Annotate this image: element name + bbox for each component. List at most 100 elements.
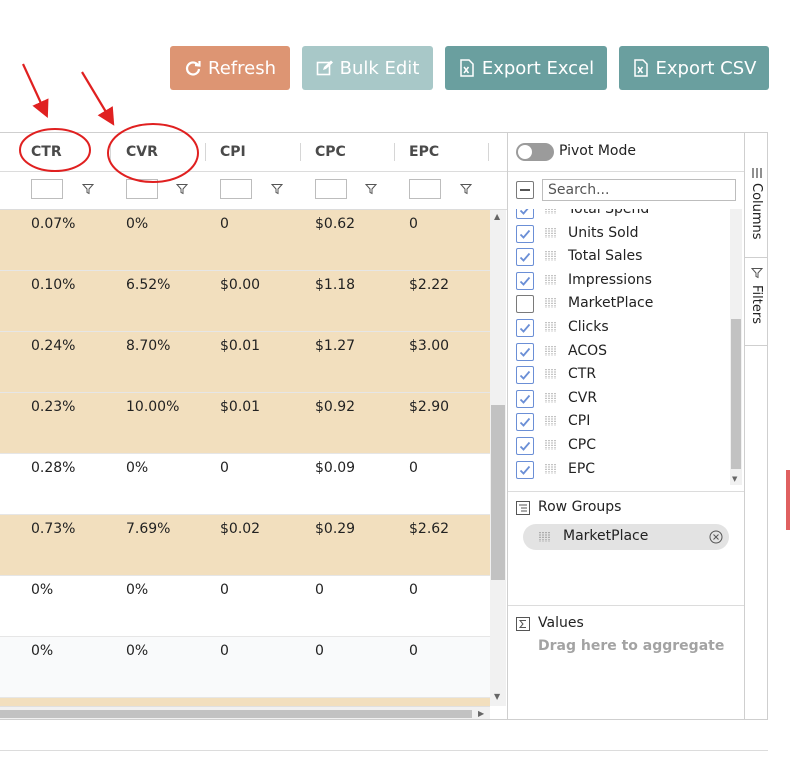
- drag-handle-icon[interactable]: [545, 369, 557, 380]
- column-list-item[interactable]: Units Sold: [508, 222, 730, 246]
- drag-handle-icon[interactable]: [545, 416, 557, 427]
- column-list-item-label: CVR: [568, 389, 598, 406]
- edit-icon: [316, 59, 334, 77]
- column-search-input[interactable]: [542, 179, 736, 201]
- table-row[interactable]: 0.10% 6.52% $0.00 $1.18 $2.22: [0, 271, 490, 332]
- column-checkbox[interactable]: [516, 413, 534, 432]
- column-checkbox[interactable]: [516, 437, 534, 455]
- column-list-item[interactable]: CPI: [508, 410, 730, 434]
- ctr-filter-input[interactable]: [31, 179, 63, 199]
- filter-icon[interactable]: [271, 183, 283, 195]
- column-list-scroll-thumb[interactable]: [731, 319, 741, 469]
- cell-cvr: 0%: [126, 216, 149, 232]
- column-list-item[interactable]: EPC: [508, 458, 730, 482]
- remove-icon[interactable]: [709, 530, 723, 544]
- column-list-item[interactable]: Total Sales: [508, 245, 730, 269]
- cell-cpi: $0.00: [220, 277, 261, 293]
- drag-handle-icon[interactable]: [545, 298, 557, 309]
- column-separator[interactable]: [488, 143, 489, 161]
- drag-handle-icon[interactable]: [545, 463, 557, 474]
- drag-handle-icon[interactable]: [545, 251, 557, 262]
- table-row[interactable]: 0% 0% 0 0 0: [0, 637, 490, 698]
- drag-handle-icon[interactable]: [545, 440, 557, 450]
- export-csv-button[interactable]: Export CSV: [619, 46, 769, 90]
- drag-handle-icon[interactable]: [545, 322, 557, 332]
- cell-cpi: $0.01: [220, 338, 261, 354]
- data-grid: CTR CVR CPI CPC EPC 0.07% 0% 0 $0.62 0 0…: [0, 132, 768, 720]
- cell-cpc: $0.09: [315, 460, 356, 476]
- cell-cvr: 0%: [126, 460, 149, 476]
- column-checkbox[interactable]: [516, 224, 534, 243]
- column-list-item[interactable]: CTR: [508, 363, 730, 387]
- column-header-cvr[interactable]: CVR: [126, 133, 158, 171]
- column-header-cpc[interactable]: CPC: [315, 133, 346, 171]
- filter-icon[interactable]: [176, 183, 188, 195]
- grid-vertical-scroll-thumb[interactable]: [491, 405, 505, 580]
- scroll-down-icon[interactable]: ▼: [494, 692, 500, 701]
- column-separator[interactable]: [110, 143, 111, 161]
- row-groups-icon: [516, 501, 530, 515]
- grid-vertical-scrollbar[interactable]: ▲ ▼: [490, 210, 506, 706]
- table-row[interactable]: 0.28% 0% 0 $0.09 0: [0, 454, 490, 515]
- scroll-up-icon[interactable]: ▲: [494, 212, 500, 221]
- checkmark-icon: [519, 323, 531, 333]
- tab-filters[interactable]: Filters: [745, 259, 767, 346]
- column-checkbox[interactable]: [516, 460, 534, 479]
- checkmark-icon: [519, 441, 531, 451]
- column-checkbox[interactable]: [516, 271, 534, 290]
- table-row[interactable]: 0.73% 7.69% $0.02 $0.29 $2.62: [0, 515, 490, 576]
- scroll-down-icon[interactable]: ▼: [732, 475, 737, 483]
- filter-icon[interactable]: [460, 183, 472, 195]
- column-list-item[interactable]: ACOS: [508, 340, 730, 364]
- column-list-item[interactable]: Impressions: [508, 269, 730, 293]
- column-checkbox[interactable]: [516, 248, 534, 267]
- cell-cvr: 10.00%: [126, 399, 180, 415]
- tab-columns[interactable]: Columns: [745, 165, 767, 258]
- column-checkbox[interactable]: [516, 342, 534, 361]
- column-checkbox[interactable]: [516, 209, 534, 219]
- drag-handle-icon[interactable]: [539, 532, 551, 542]
- epc-filter-input[interactable]: [409, 179, 441, 199]
- cpi-filter-input[interactable]: [220, 179, 252, 199]
- column-list-item[interactable]: CVR: [508, 387, 730, 411]
- export-excel-button[interactable]: Export Excel: [445, 46, 607, 90]
- refresh-button[interactable]: Refresh: [170, 46, 290, 90]
- drag-handle-icon[interactable]: [545, 274, 557, 285]
- column-list-item[interactable]: CPC: [508, 434, 730, 458]
- grid-horizontal-scroll-thumb[interactable]: [0, 710, 472, 718]
- column-list-item[interactable]: MarketPlace: [508, 292, 730, 316]
- filter-icon[interactable]: [82, 183, 94, 195]
- drag-handle-icon[interactable]: [545, 227, 557, 238]
- row-group-chip[interactable]: MarketPlace: [523, 524, 729, 550]
- column-separator[interactable]: [394, 143, 395, 161]
- column-checkbox[interactable]: [516, 389, 534, 408]
- column-separator[interactable]: [300, 143, 301, 161]
- grid-horizontal-scrollbar[interactable]: ▶: [0, 706, 490, 719]
- column-list-item[interactable]: Clicks: [508, 316, 730, 340]
- table-row[interactable]: 0.23% 10.00% $0.01 $0.92 $2.90: [0, 393, 490, 454]
- column-checkbox[interactable]: [516, 366, 534, 385]
- column-checkbox[interactable]: [516, 295, 534, 314]
- column-list-item[interactable]: Total Spend: [508, 209, 730, 222]
- bulk-edit-button[interactable]: Bulk Edit: [302, 46, 433, 90]
- table-row[interactable]: [0, 698, 490, 706]
- table-row[interactable]: 0.07% 0% 0 $0.62 0: [0, 210, 490, 271]
- pivot-mode-toggle[interactable]: [516, 143, 554, 161]
- filter-icon[interactable]: [365, 183, 377, 195]
- column-checkbox[interactable]: [516, 319, 534, 337]
- scroll-right-icon[interactable]: ▶: [478, 709, 484, 718]
- select-all-checkbox[interactable]: [516, 181, 534, 199]
- table-row[interactable]: 0.24% 8.70% $0.01 $1.27 $3.00: [0, 332, 490, 393]
- cpc-filter-input[interactable]: [315, 179, 347, 199]
- cell-ctr: 0.73%: [31, 521, 76, 537]
- drag-handle-icon[interactable]: [545, 345, 557, 356]
- cvr-filter-input[interactable]: [126, 179, 158, 199]
- column-separator[interactable]: [205, 143, 206, 161]
- column-header-epc[interactable]: EPC: [409, 133, 439, 171]
- column-header-ctr[interactable]: CTR: [31, 133, 62, 171]
- table-row[interactable]: 0% 0% 0 0 0: [0, 576, 490, 637]
- drag-handle-icon[interactable]: [545, 209, 557, 214]
- column-list-scrollbar[interactable]: ▼: [730, 209, 742, 485]
- drag-handle-icon[interactable]: [545, 392, 557, 403]
- column-header-cpi[interactable]: CPI: [220, 133, 246, 171]
